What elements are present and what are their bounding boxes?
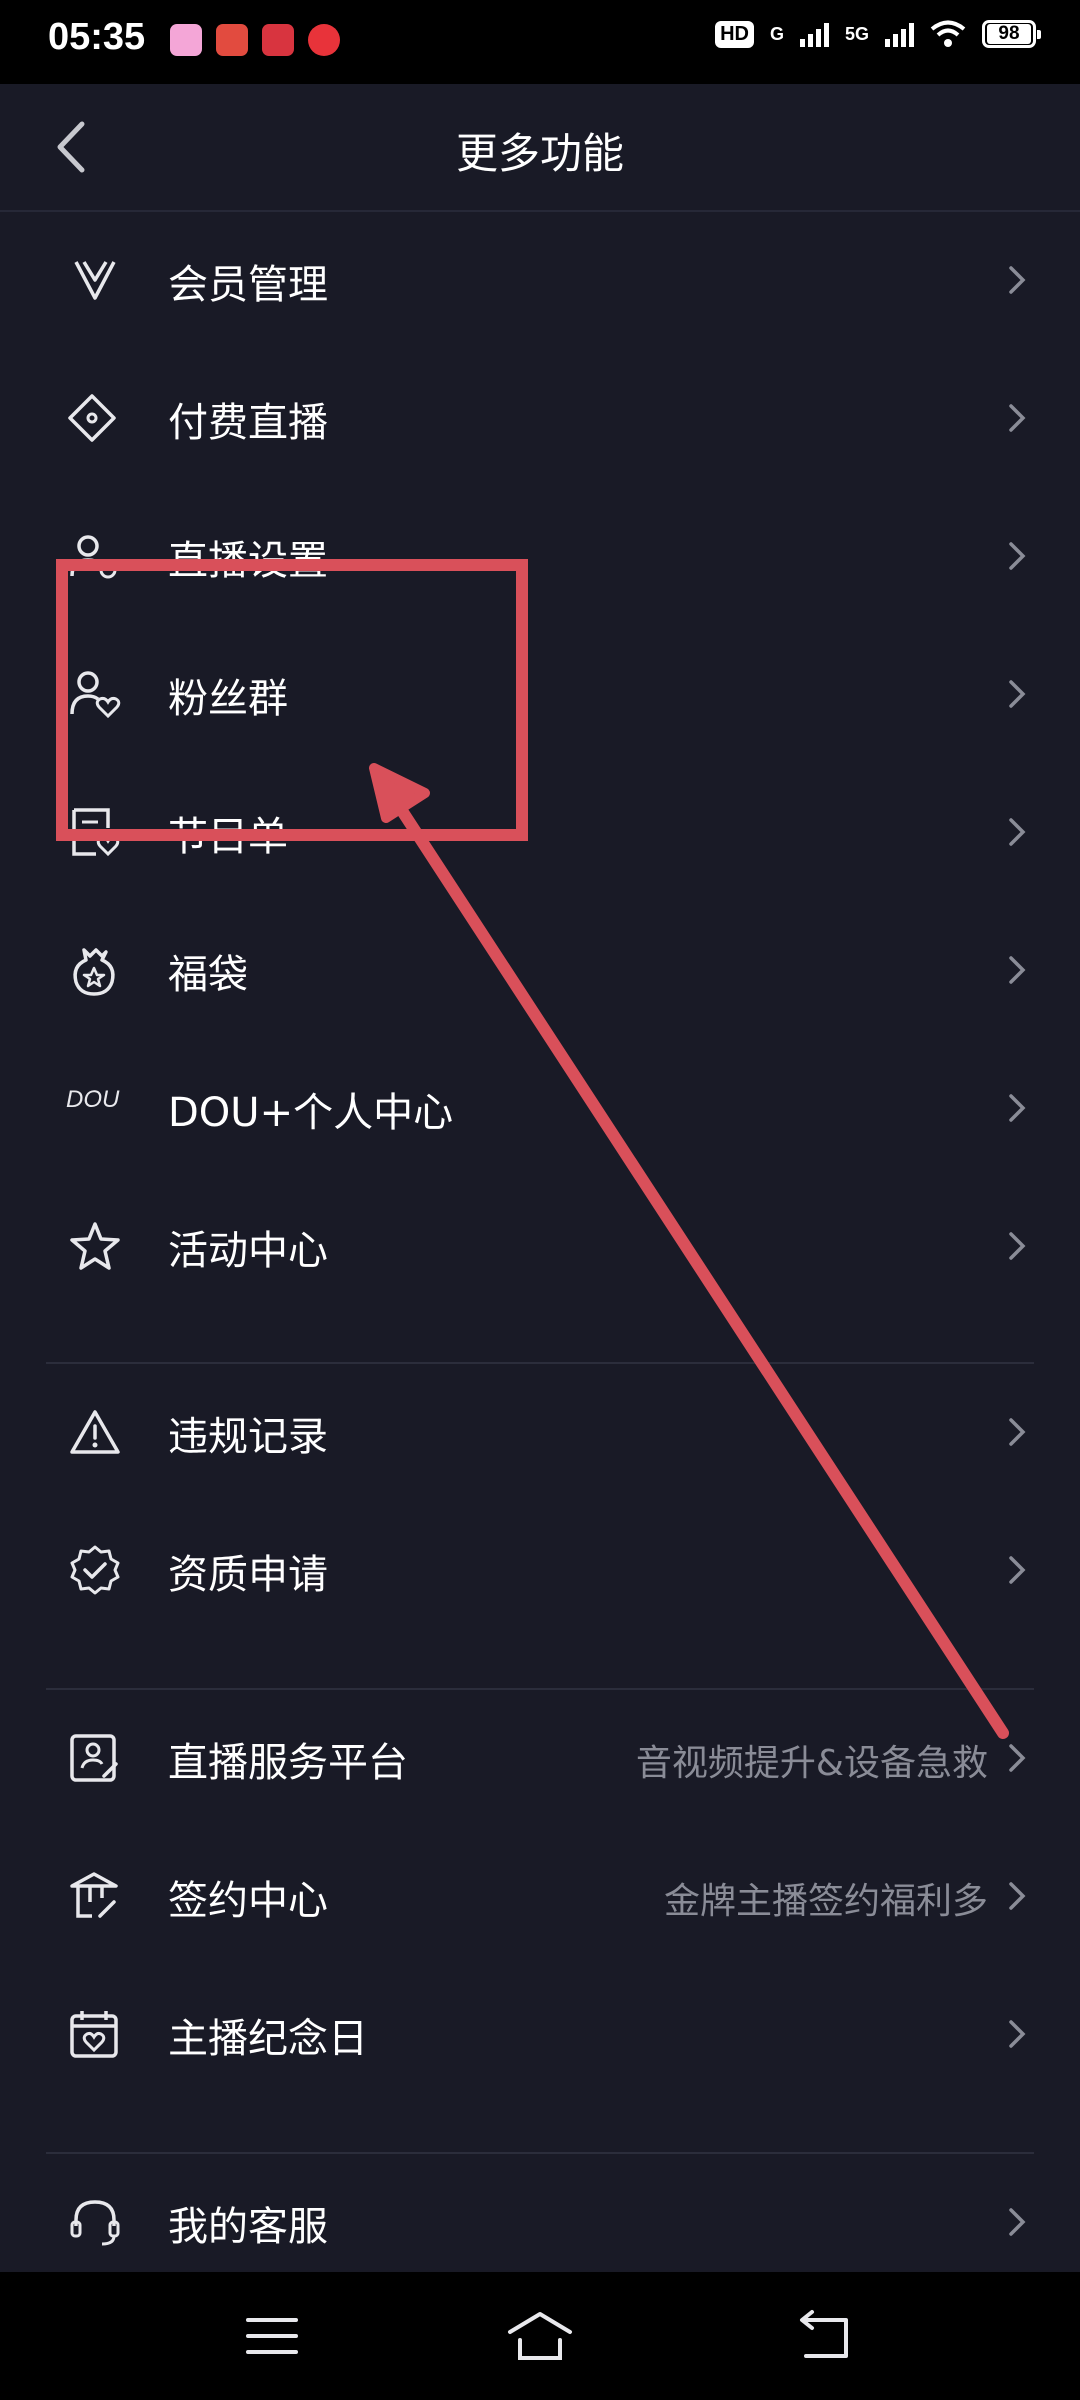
signal-bars-icon xyxy=(885,21,914,47)
menu-item-program-list[interactable]: 节目单 xyxy=(0,762,1080,900)
calendar-heart-icon xyxy=(70,2011,118,2058)
notification-icons xyxy=(170,24,340,56)
chevron-right-icon xyxy=(1009,2020,1026,2048)
chevron-right-icon xyxy=(1009,1556,1026,1584)
wifi-icon xyxy=(930,20,966,47)
chevron-right-icon xyxy=(1009,1232,1026,1260)
program-list-icon xyxy=(72,808,120,857)
menu-item-fan-group[interactable]: 粉丝群 xyxy=(0,624,1080,762)
back-nav-icon[interactable] xyxy=(788,2302,860,2370)
service-platform-icon xyxy=(70,1734,118,1782)
menu-item-customer-service[interactable]: 我的客服 xyxy=(0,2152,1080,2290)
battery-level: 98 xyxy=(987,24,1031,44)
app-notification-icon xyxy=(170,24,202,56)
menu-item-lucky-bag[interactable]: 福袋 xyxy=(0,900,1080,1038)
user-settings-icon xyxy=(70,535,117,579)
lucky-bag-icon xyxy=(73,948,115,996)
menu-item-label: 节目单 xyxy=(168,814,288,860)
menu-item-live-service-platform[interactable]: 直播服务平台 音视频提升&设备急救 xyxy=(0,1688,1080,1826)
dou-plus-icon: DOU xyxy=(66,1086,120,1113)
menu-item-qualification[interactable]: 资质申请 xyxy=(0,1500,1080,1638)
chevron-right-icon xyxy=(1009,1744,1026,1772)
app-notification-icon xyxy=(262,24,294,56)
chevron-right-icon xyxy=(1009,1882,1026,1910)
menu-item-violation-records[interactable]: 违规记录 xyxy=(0,1362,1080,1500)
vip-icon xyxy=(74,261,116,300)
menu-item-vip[interactable]: 会员管理 xyxy=(0,210,1080,348)
menu-item-label: 资质申请 xyxy=(168,1552,328,1598)
system-nav-bar xyxy=(0,2272,1080,2400)
chevron-right-icon xyxy=(1009,404,1026,432)
menu-item-label: 直播服务平台 xyxy=(168,1740,408,1786)
menu-item-activity-center[interactable]: 活动中心 xyxy=(0,1176,1080,1314)
chevron-right-icon xyxy=(1009,1418,1026,1446)
chevron-right-icon xyxy=(1009,542,1026,570)
contract-icon xyxy=(70,1872,118,1918)
menu-item-label: 活动中心 xyxy=(168,1228,328,1274)
menu-item-label: 粉丝群 xyxy=(168,676,288,722)
menu-item-label: 直播设置 xyxy=(168,538,328,584)
menu-item-label: DOU+个人中心 xyxy=(168,1090,454,1136)
menu-item-live-settings[interactable]: 直播设置 xyxy=(0,486,1080,624)
fan-group-icon xyxy=(70,671,121,719)
menu-item-hint: 音视频提升&设备急救 xyxy=(635,1743,988,1784)
home-icon[interactable] xyxy=(504,2302,576,2370)
menu-item-paid-live[interactable]: 付费直播 xyxy=(0,348,1080,486)
app-notification-icon xyxy=(216,24,248,56)
headset-icon xyxy=(70,2200,120,2246)
menu-item-dou-plus[interactable]: DOU DOU+个人中心 xyxy=(0,1038,1080,1176)
chevron-right-icon xyxy=(1009,2208,1026,2236)
chevron-right-icon xyxy=(1009,1094,1026,1122)
app-notification-icon xyxy=(308,24,340,56)
page-title: 更多功能 xyxy=(455,129,624,178)
menu-item-contract-center[interactable]: 签约中心 金牌主播签约福利多 xyxy=(0,1826,1080,1964)
signal-bars-icon xyxy=(799,21,829,47)
star-icon xyxy=(70,1222,120,1270)
hd-badge: HD xyxy=(715,20,754,48)
menu-item-label: 福袋 xyxy=(168,952,248,998)
menu-item-label: 我的客服 xyxy=(168,2204,328,2250)
status-indicators: HD G 5G 98 xyxy=(715,20,1041,48)
menu-item-label: 违规记录 xyxy=(168,1414,328,1460)
menu-item-anniversary[interactable]: 主播纪念日 xyxy=(0,1964,1080,2102)
status-bar: 05:35 HD G 5G 98 xyxy=(0,0,1080,84)
network-label: 5G xyxy=(844,23,869,44)
network-label: G xyxy=(769,23,784,44)
chevron-right-icon xyxy=(1009,818,1026,846)
chevron-right-icon xyxy=(1009,680,1026,708)
battery-icon: 98 xyxy=(982,20,1041,48)
status-time: 05:35 xyxy=(48,16,146,58)
menu-item-label: 会员管理 xyxy=(168,262,328,308)
menu-item-hint: 金牌主播签约福利多 xyxy=(663,1881,988,1922)
warning-icon xyxy=(70,1410,120,1454)
verified-badge-icon xyxy=(70,1545,120,1595)
menu-item-label: 签约中心 xyxy=(168,1878,328,1924)
chevron-right-icon xyxy=(1009,266,1026,294)
menu-item-label: 主播纪念日 xyxy=(168,2016,368,2062)
menu-icon[interactable] xyxy=(236,2302,308,2370)
menu-item-label: 付费直播 xyxy=(168,400,328,446)
ticket-icon xyxy=(68,394,116,442)
header: 更多功能 xyxy=(0,84,1080,212)
chevron-right-icon xyxy=(1009,956,1026,984)
